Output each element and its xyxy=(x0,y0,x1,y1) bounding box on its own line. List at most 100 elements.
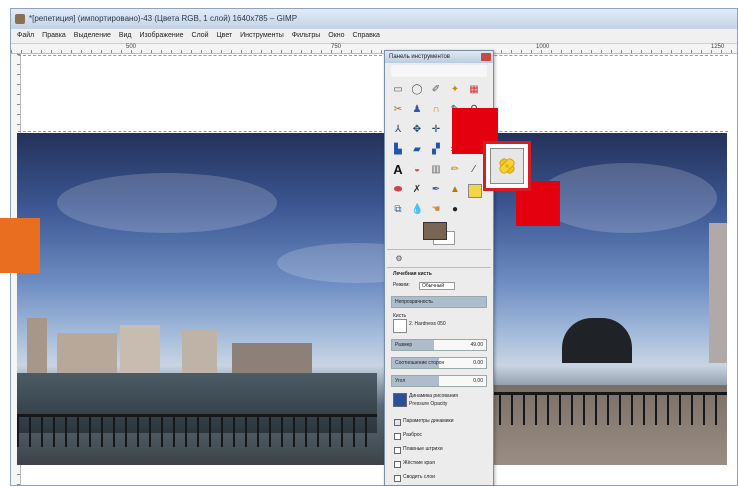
shear-icon[interactable]: ▰ xyxy=(411,144,423,156)
smooth-strokes-checkbox[interactable] xyxy=(394,447,401,454)
mode-label: Режим: xyxy=(393,282,410,288)
title-bar[interactable]: *[репетиция] (импортировано)-43 (Цвета R… xyxy=(11,9,737,29)
angle-label: Угол xyxy=(395,378,406,384)
toolbox-titlebar[interactable]: Панель инструментов xyxy=(385,51,493,63)
menu-layer[interactable]: Слой xyxy=(192,32,209,39)
foreground-select-icon[interactable]: ♟ xyxy=(411,104,423,116)
building xyxy=(27,318,47,373)
menu-help[interactable]: Справка xyxy=(352,32,379,39)
building xyxy=(120,325,160,373)
rect-select-icon[interactable]: ▭ xyxy=(392,84,404,96)
paintbrush-icon[interactable]: ⁄ xyxy=(468,164,480,176)
menu-file[interactable]: Файл xyxy=(17,32,34,39)
window-title: *[репетиция] (импортировано)-43 (Цвета R… xyxy=(29,14,298,23)
dynamics-icon[interactable] xyxy=(393,393,407,407)
smudge-icon[interactable]: ☚ xyxy=(430,204,442,216)
heal-bandage-icon xyxy=(499,158,515,174)
menu-filters[interactable]: Фильтры xyxy=(292,32,321,39)
move-icon[interactable]: ✥ xyxy=(411,124,423,136)
building xyxy=(232,343,312,373)
perspective-icon[interactable]: ▞ xyxy=(430,144,442,156)
menu-colors[interactable]: Цвет xyxy=(217,32,233,39)
fuzzy-select-icon[interactable]: ✦ xyxy=(449,84,461,96)
opacity-slider[interactable]: Непрозрачность xyxy=(391,296,487,308)
heal-tool-icon[interactable] xyxy=(468,184,482,198)
toolbox-title: Панель инструментов xyxy=(389,54,450,60)
clone-icon[interactable]: ▲ xyxy=(449,184,461,196)
size-value: 49.00 xyxy=(470,342,483,348)
aspect-value: 0.00 xyxy=(473,360,483,366)
eraser-icon[interactable]: ⬬ xyxy=(392,184,404,196)
drop-area[interactable] xyxy=(391,65,487,77)
airbrush-icon[interactable]: ✗ xyxy=(411,184,423,196)
menu-image[interactable]: Изображение xyxy=(139,32,183,39)
building xyxy=(182,329,217,373)
sample-merged-checkbox[interactable] xyxy=(394,475,401,482)
size-label: Размер xyxy=(395,342,413,348)
paths-icon[interactable]: ∩ xyxy=(430,104,442,116)
ruler-mark: 750 xyxy=(331,44,342,50)
smooth-strokes-label: Плавные штрихи xyxy=(403,446,443,452)
menu-edit[interactable]: Правка xyxy=(42,32,66,39)
pencil-icon[interactable]: ✏ xyxy=(449,164,461,176)
dodge-icon[interactable]: ● xyxy=(449,204,461,216)
menu-tools[interactable]: Инструменты xyxy=(240,32,284,39)
ink-icon[interactable]: ✒ xyxy=(430,184,442,196)
brush-value: 2. Hardness 050 xyxy=(409,321,446,327)
scale-icon[interactable]: ▙ xyxy=(392,144,404,156)
canvas-guide xyxy=(18,131,728,132)
menu-bar: Файл Правка Выделение Вид Изображение Сл… xyxy=(11,29,737,44)
align-icon[interactable]: ✛ xyxy=(430,124,442,136)
measure-icon[interactable]: ⅄ xyxy=(392,124,404,136)
tower xyxy=(709,223,727,363)
dynamics-label: Динамика рисования xyxy=(409,393,458,399)
separator xyxy=(387,249,491,250)
scatter-label: Разброс xyxy=(403,432,423,438)
blur-icon[interactable]: 💧 xyxy=(411,204,423,216)
hard-edge-checkbox[interactable] xyxy=(394,461,401,468)
page-marker xyxy=(0,218,40,273)
embankment-fence xyxy=(17,414,377,447)
tool-options-tab-icon[interactable]: ⚙ xyxy=(393,253,405,265)
close-icon[interactable] xyxy=(481,53,491,61)
tool-name: Лечебная кисть xyxy=(393,271,432,277)
dynamics-options-checkbox[interactable] xyxy=(394,419,401,426)
ruler-mark: 1250 xyxy=(711,44,725,50)
angle-slider[interactable]: Угол 0.00 xyxy=(391,375,487,387)
dynamics-options-label: Параметры динамики xyxy=(403,418,454,424)
scatter-checkbox[interactable] xyxy=(394,433,401,440)
ellipse-select-icon[interactable]: ◯ xyxy=(411,84,423,96)
aspect-label: Соотношение сторон xyxy=(395,360,445,366)
canvas-guide xyxy=(18,55,728,56)
ruler-mark: 1000 xyxy=(536,44,550,50)
angle-value: 0.00 xyxy=(473,378,483,384)
heal-tool-zoomed xyxy=(490,148,524,184)
cloud xyxy=(537,163,717,233)
scissors-select-icon[interactable]: ✂ xyxy=(392,104,404,116)
ruler-mark: 500 xyxy=(126,44,137,50)
color-select-icon[interactable]: ▦ xyxy=(468,84,480,96)
separator xyxy=(387,267,491,268)
text-tool-icon[interactable]: A xyxy=(392,163,404,176)
foreground-color-swatch[interactable] xyxy=(423,222,447,240)
panorama-image[interactable] xyxy=(17,133,727,465)
opacity-label: Непрозрачность xyxy=(395,299,433,305)
perspective-clone-icon[interactable]: ⧉ xyxy=(392,204,404,216)
cloud xyxy=(57,173,277,233)
aspect-slider[interactable]: Соотношение сторон 0.00 xyxy=(391,357,487,369)
bucket-fill-icon[interactable]: ◒ xyxy=(411,164,423,176)
mode-select[interactable]: Обычный xyxy=(419,282,456,290)
size-slider[interactable]: Размер 49.00 xyxy=(391,339,487,351)
menu-windows[interactable]: Окно xyxy=(328,32,344,39)
sample-merged-label: Сводить слои xyxy=(403,474,435,480)
plaza-fence xyxy=(487,392,727,425)
gimp-app-icon xyxy=(15,14,25,24)
brush-preview[interactable] xyxy=(393,319,407,333)
heal-tool-callout xyxy=(483,141,531,191)
menu-select[interactable]: Выделение xyxy=(74,32,111,39)
hard-edge-label: Жёсткие края xyxy=(403,460,435,466)
blend-icon[interactable]: ▥ xyxy=(430,164,442,176)
menu-view[interactable]: Вид xyxy=(119,32,132,39)
horizontal-ruler[interactable]: 500 750 1000 1250 xyxy=(11,44,737,54)
free-select-icon[interactable]: ✐ xyxy=(430,84,442,96)
